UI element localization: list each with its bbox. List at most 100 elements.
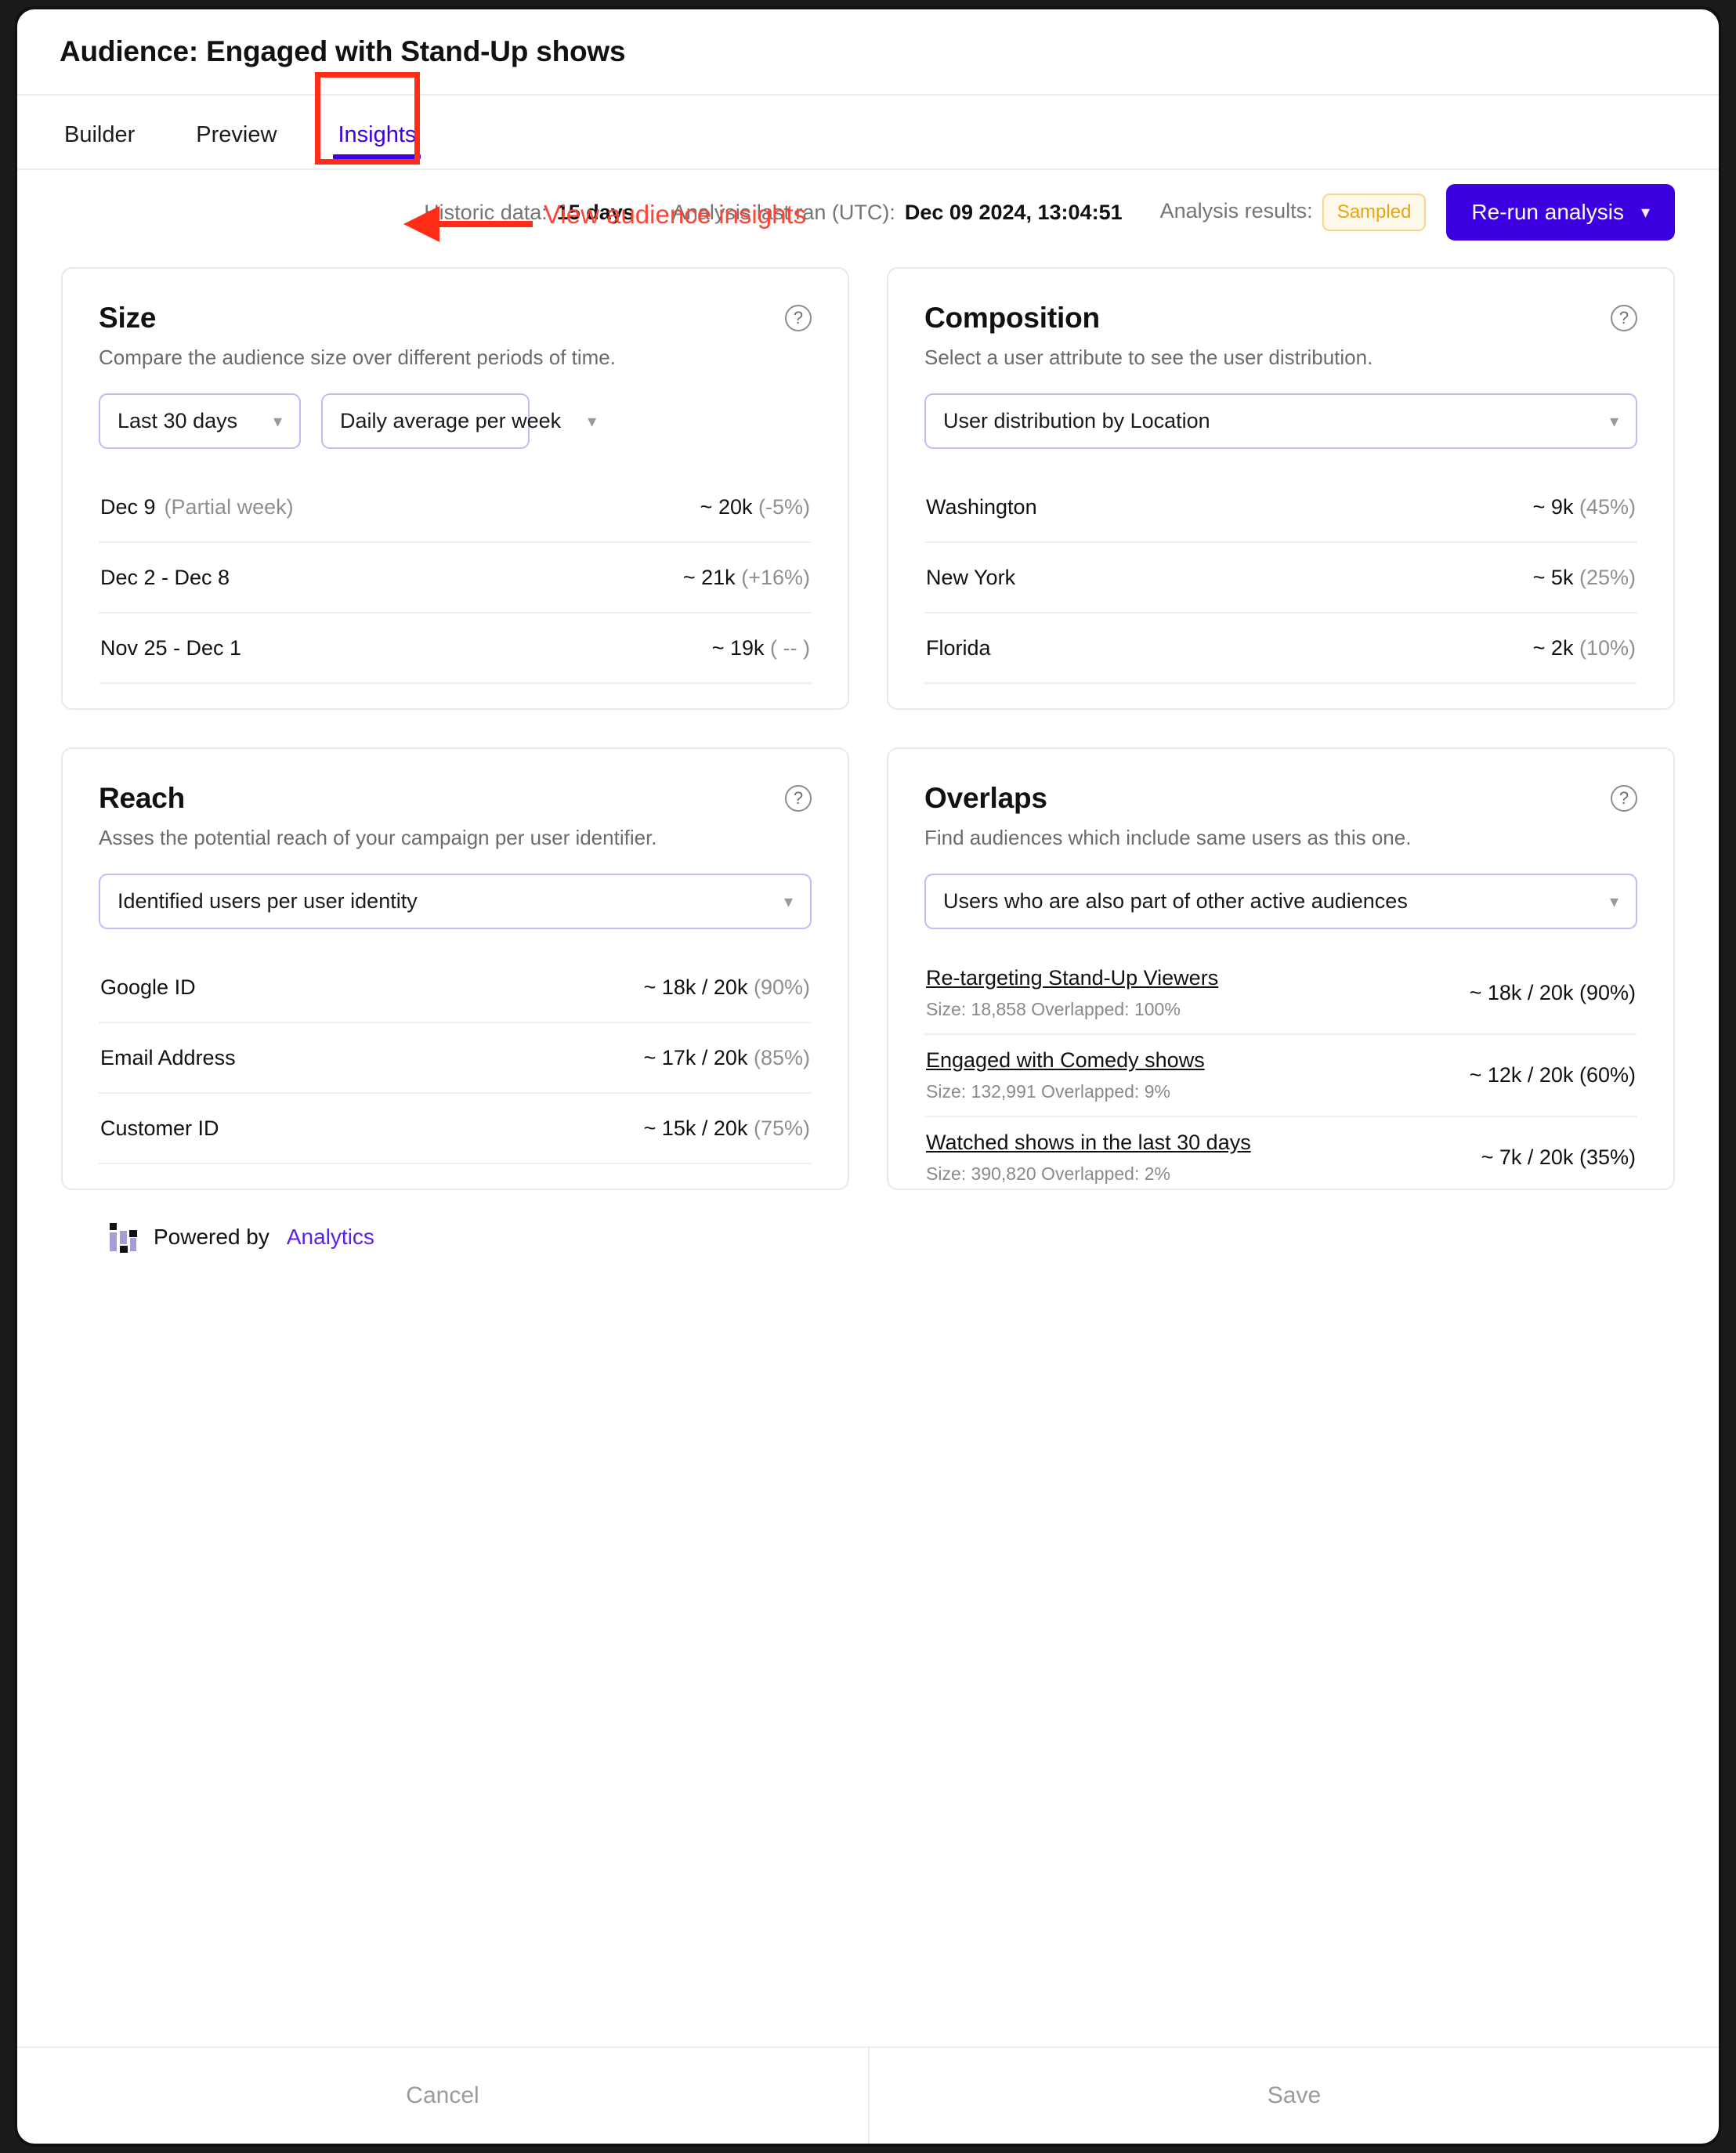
card-composition-header: Composition Select a user attribute to s… <box>924 302 1637 370</box>
size-row-label: Nov 18 - Nov 24 <box>100 707 253 709</box>
reach-identity-select[interactable]: Identified users per user identity ▾ <box>99 874 812 929</box>
reach-rows: Google ID ~ 18k / 20k (90%) Email Addres… <box>99 953 812 1189</box>
composition-row-label: Georgia <box>926 707 1001 709</box>
composition-row-label: Washington <box>926 494 1037 519</box>
reach-identity-value: Identified users per user identity <box>118 889 418 913</box>
reach-row-label: Google ID <box>100 975 196 999</box>
page-title: Audience: Engaged with Stand-Up shows <box>60 35 626 67</box>
size-row-value: ~ 19k <box>711 635 765 660</box>
chevron-down-icon: ▾ <box>783 891 793 911</box>
composition-row-value: ~ 2k <box>1532 635 1574 660</box>
card-reach-title: Reach <box>99 782 186 814</box>
card-composition-body: Composition Select a user attribute to s… <box>888 269 1673 709</box>
composition-row-pct: (10%) <box>1579 635 1636 660</box>
rerun-analysis-button[interactable]: Re-run analysis ▾ <box>1446 184 1675 241</box>
reach-row-pct: (85%) <box>753 1045 810 1069</box>
tab-builder[interactable]: Builder <box>60 122 139 168</box>
card-size-controls: Last 30 days ▾ Daily average per week ▾ <box>99 393 812 449</box>
card-reach-header: Reach Asses the potential reach of your … <box>99 782 812 850</box>
table-row: Dec 9 (Partial week) ~ 20k (-5%) <box>99 472 812 543</box>
overlap-audience-link[interactable]: Re-targeting Stand-Up Viewers <box>926 966 1218 990</box>
annotation-arrow-icon <box>403 206 533 242</box>
save-button[interactable]: Save <box>868 2048 1719 2144</box>
reach-row-value: ~ 15k / 20k <box>643 1116 748 1140</box>
composition-row-pct: (5%) <box>1591 707 1636 709</box>
overlap-row-value: ~ 7k / 20k <box>1481 1145 1574 1169</box>
card-reach-description: Asses the potential reach of your campai… <box>99 826 657 849</box>
overlap-audience-link[interactable]: Watched shows in the last 30 days <box>926 1131 1251 1155</box>
overlaps-scope-value: Users who are also part of other active … <box>943 889 1408 913</box>
dialog-footer: Cancel Save <box>17 2046 1719 2144</box>
help-icon[interactable]: ? <box>1611 305 1637 331</box>
chevron-down-icon: ▾ <box>588 411 597 431</box>
overlaps-scope-select[interactable]: Users who are also part of other active … <box>924 874 1637 929</box>
size-metric-value: Daily average per week <box>340 409 562 432</box>
table-row: Google ID ~ 18k / 20k (90%) <box>99 953 812 1023</box>
chevron-down-icon: ▾ <box>1609 891 1618 911</box>
overlap-audience-meta: Size: 132,991 Overlapped: 9% <box>926 1081 1170 1102</box>
card-size: Size Compare the audience size over diff… <box>61 267 849 710</box>
overlap-audience-link[interactable]: Engaged with Comedy shows <box>926 1048 1205 1073</box>
table-row: Email Address ~ 17k / 20k (85%) <box>99 1023 812 1094</box>
chevron-down-icon: ▾ <box>1640 202 1650 222</box>
size-row-label: Dec 9 <box>100 494 156 519</box>
insights-grid-top: Size Compare the audience size over diff… <box>61 267 1675 710</box>
chevron-down-icon: ▾ <box>273 411 282 431</box>
card-composition-description: Select a user attribute to see the user … <box>924 346 1373 369</box>
table-row: Customer ID ~ 15k / 20k (75%) <box>99 1094 812 1164</box>
tab-insights[interactable]: Insights <box>333 122 421 168</box>
overlap-row-pct: (90%) <box>1579 981 1636 1004</box>
chevron-down-icon: ▾ <box>1609 411 1618 431</box>
card-size-header: Size Compare the audience size over diff… <box>99 302 812 370</box>
card-size-body: Size Compare the audience size over diff… <box>63 269 848 709</box>
composition-row-value: ~ 5k <box>1532 565 1574 589</box>
overlap-audience-meta: Size: 18,858 Overlapped: 100% <box>926 999 1181 1019</box>
table-row: Florida ~ 2k (10%) <box>924 613 1637 684</box>
card-composition-title: Composition <box>924 302 1100 334</box>
list-item: Engaged with Comedy shows Size: 132,991 … <box>924 1035 1637 1117</box>
status-badge: Sampled <box>1322 194 1427 231</box>
composition-attribute-select[interactable]: User distribution by Location ▾ <box>924 393 1637 449</box>
overlap-row-pct: (35%) <box>1579 1145 1636 1169</box>
card-size-description: Compare the audience size over different… <box>99 346 616 369</box>
list-item: Watched shows in the last 30 days Size: … <box>924 1117 1637 1189</box>
card-reach: Reach Asses the potential reach of your … <box>61 747 849 1190</box>
results-group: Analysis results: Sampled <box>1160 194 1427 231</box>
reach-row-label: Email Address <box>100 1045 236 1069</box>
analytics-link[interactable]: Analytics <box>287 1225 374 1250</box>
analysis-meta-bar: Historic data: 15 days Analysis last ran… <box>17 170 1719 255</box>
size-row-value: ~ 20k <box>700 494 753 519</box>
reach-row-pct: (75%) <box>753 1116 810 1140</box>
composition-row-value: ~ 9k <box>1532 494 1574 519</box>
card-overlaps-title: Overlaps <box>924 782 1047 814</box>
tab-preview[interactable]: Preview <box>191 122 281 168</box>
reach-row-value: ~ 17k / 20k <box>643 1045 748 1069</box>
overlap-audience-meta: Size: 390,820 Overlapped: 2% <box>926 1163 1170 1184</box>
help-icon[interactable]: ? <box>785 785 812 812</box>
cancel-button[interactable]: Cancel <box>17 2048 868 2144</box>
overlap-row-pct: (60%) <box>1579 1063 1636 1087</box>
card-reach-controls: Identified users per user identity ▾ <box>99 874 812 929</box>
composition-attribute-value: User distribution by Location <box>943 409 1210 432</box>
card-composition: Composition Select a user attribute to s… <box>887 267 1675 710</box>
help-icon[interactable]: ? <box>785 305 812 331</box>
size-row-label: Nov 25 - Dec 1 <box>100 635 242 660</box>
card-overlaps-header: Overlaps Find audiences which include sa… <box>924 782 1637 850</box>
insights-content: Size Compare the audience size over diff… <box>17 255 1719 2046</box>
table-row: New York ~ 5k (25%) <box>924 543 1637 613</box>
powered-by-text: Powered by <box>154 1225 269 1249</box>
table-row: Facebook ID ~ 11k / 20k (55%) <box>99 1164 812 1189</box>
reach-row-pct: (90%) <box>753 975 810 999</box>
annotation-label: View audience insights <box>544 200 807 229</box>
overlaps-rows: Re-targeting Stand-Up Viewers Size: 18,8… <box>924 953 1637 1189</box>
size-metric-select[interactable]: Daily average per week ▾ <box>321 393 596 449</box>
title-bar: Audience: Engaged with Stand-Up shows <box>17 9 1719 96</box>
analytics-logo-icon <box>110 1223 137 1253</box>
card-overlaps-description: Find audiences which include same users … <box>924 826 1412 849</box>
size-period-select[interactable]: Last 30 days ▾ <box>99 393 301 449</box>
help-icon[interactable]: ? <box>1611 785 1637 812</box>
table-row: Washington ~ 9k (45%) <box>924 472 1637 543</box>
card-overlaps-body: Overlaps Find audiences which include sa… <box>888 749 1673 1189</box>
table-row: Nov 18 - Nov 24 No data <box>99 684 812 709</box>
size-period-value: Last 30 days <box>118 409 238 432</box>
